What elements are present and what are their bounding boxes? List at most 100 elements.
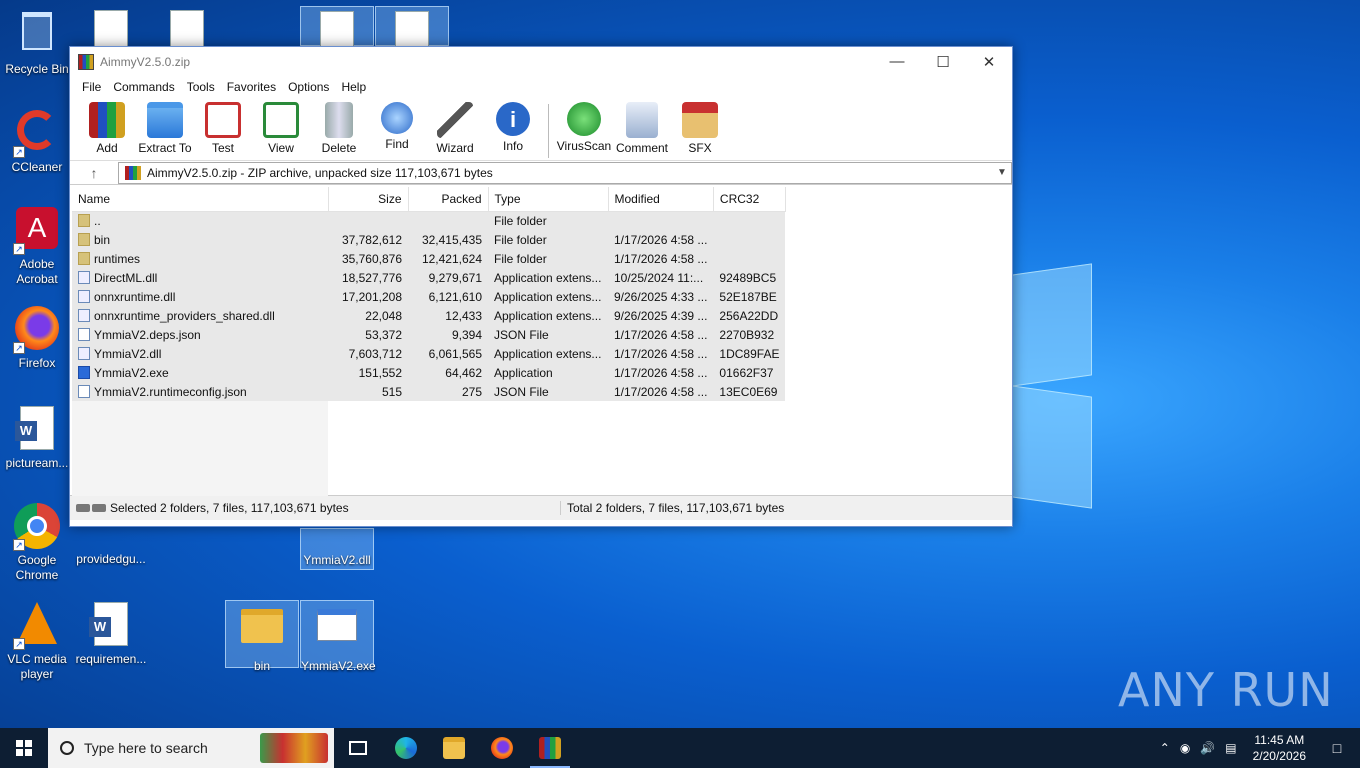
cell-crc [713, 230, 786, 249]
word-document-icon [87, 528, 135, 550]
table-row[interactable]: YmmiaV2.runtimeconfig.json 515 275 JSON Fil… [72, 382, 786, 401]
tool-label: Info [502, 139, 523, 153]
network-icon[interactable]: ▤ [1225, 741, 1236, 755]
acrobat-icon: A ↗ [13, 207, 61, 255]
archive-path-field[interactable]: AimmyV2.5.0.zip - ZIP archive, unpacked … [118, 161, 1012, 184]
desktop-icon-blank-file[interactable] [375, 6, 449, 55]
column-header-name[interactable]: Name [72, 187, 329, 212]
desktop-icon-label: Adobe Acrobat [16, 257, 58, 286]
test-button[interactable]: Test [194, 100, 252, 155]
chrome-icon: ↗ [13, 503, 61, 551]
view-book-icon [263, 102, 299, 138]
menu-file[interactable]: File [76, 80, 107, 94]
desktop-icon-google-chrome[interactable]: ↗ Google Chrome [0, 502, 74, 583]
taskbar-firefox[interactable] [478, 728, 526, 768]
column-header-crc32[interactable]: CRC32 [713, 187, 786, 212]
desktop-icon-recycle-bin[interactable]: Recycle Bin [0, 6, 74, 77]
tool-label: VirusScan [556, 139, 612, 153]
clock[interactable]: 11:45 AM 2/20/2026 [1247, 732, 1312, 764]
table-row[interactable]: YmmiaV2.deps.json 53,372 9,394 JSON File 1/1… [72, 325, 786, 344]
table-row[interactable]: YmmiaV2.dll 7,603,712 6,061,565 Application… [72, 344, 786, 363]
desktop-icon-image-file-1[interactable] [74, 6, 148, 54]
winrar-app-icon [78, 53, 94, 70]
find-button[interactable]: Find [368, 100, 426, 151]
desktop-icon-pictuream[interactable]: W pictuream... [0, 404, 74, 471]
view-button[interactable]: View [252, 100, 310, 155]
trash-icon [325, 102, 353, 138]
cell-modified: 1/17/2026 4:58 ... [608, 230, 714, 249]
desktop-icon-vlc[interactable]: ↗ VLC media player [0, 600, 74, 682]
taskbar-edge[interactable] [382, 728, 430, 768]
close-button[interactable]: ✕ [966, 47, 1012, 76]
wizard-button[interactable]: Wizard [426, 100, 484, 155]
notification-icon[interactable]: □ [1322, 728, 1352, 768]
search-placeholder: Type here to search [84, 740, 208, 756]
chevron-down-icon[interactable]: ▼ [993, 167, 1011, 178]
task-view-button[interactable] [334, 728, 382, 768]
title-bar[interactable]: AimmyV2.5.0.zip — ☐ ✕ [70, 47, 1012, 76]
menu-tools[interactable]: Tools [181, 80, 221, 94]
cell-modified: 9/26/2025 4:39 ... [608, 306, 714, 325]
desktop-icon-settings-file[interactable] [300, 6, 374, 55]
file-list: Name Size Packed Type Modified CRC32 .. F… [70, 185, 1012, 496]
cell-packed: 6,061,565 [408, 344, 488, 363]
cell-name: YmmiaV2.runtimeconfig.json [72, 382, 328, 401]
cell-type: Application extens... [488, 306, 608, 325]
desktop-icon-firefox[interactable]: ↗ Firefox [0, 304, 74, 371]
extract-to-button[interactable]: Extract To [136, 100, 194, 155]
taskbar-file-explorer[interactable] [430, 728, 478, 768]
cell-crc: 256A22DD [713, 306, 786, 325]
table-row[interactable]: onnxruntime.dll 17,201,208 6,121,610 Applic… [72, 287, 786, 306]
info-button[interactable]: i Info [484, 100, 542, 153]
cell-type: Application extens... [488, 268, 608, 287]
minimize-button[interactable]: — [874, 47, 920, 76]
folder-icon [78, 232, 90, 246]
menu-options[interactable]: Options [282, 80, 335, 94]
desktop-icon-requiremen[interactable]: W requiremen... [74, 600, 148, 667]
taskbar-winrar[interactable] [526, 728, 574, 768]
volume-icon[interactable]: 🔊 [1200, 741, 1215, 755]
clock-time: 11:45 AM [1254, 733, 1305, 747]
menu-help[interactable]: Help [335, 80, 372, 94]
search-highlight-image [260, 733, 328, 763]
desktop-icon-bin[interactable]: bin [225, 600, 299, 673]
comment-button[interactable]: Comment [613, 100, 671, 155]
drive-icon[interactable] [70, 504, 110, 512]
delete-button[interactable]: Delete [310, 100, 368, 155]
table-row[interactable]: runtimes 35,760,876 12,421,624 File folder 1… [72, 249, 786, 268]
add-button[interactable]: Add [78, 100, 136, 155]
menu-commands[interactable]: Commands [107, 80, 180, 94]
maximize-button[interactable]: ☐ [920, 47, 966, 76]
desktop-icon-adobe-acrobat[interactable]: A ↗ Adobe Acrobat [0, 204, 74, 287]
column-header-modified[interactable]: Modified [608, 187, 714, 212]
meet-now-icon[interactable]: ◉ [1180, 741, 1190, 755]
folder-icon [78, 213, 90, 227]
sfx-button[interactable]: SFX [671, 100, 729, 155]
virusscan-button[interactable]: VirusScan [555, 100, 613, 153]
desktop-icon-providedgu[interactable]: providedgu... [74, 528, 148, 567]
table-row[interactable]: .. File folder [72, 211, 786, 230]
up-arrow-icon[interactable]: ↑ [70, 165, 118, 181]
dll-file-icon [78, 270, 90, 284]
column-header-type[interactable]: Type [488, 187, 609, 212]
table-row[interactable]: bin 37,782,612 32,415,435 File folder 1/17/2… [72, 230, 786, 249]
table-row[interactable]: YmmiaV2.exe 151,552 64,462 Application 1/17/… [72, 363, 786, 382]
table-row[interactable]: onnxruntime_providers_shared.dll 22,048 12… [72, 306, 786, 325]
table-row[interactable]: DirectML.dll 18,527,776 9,279,671 Applicati… [72, 268, 786, 287]
start-button[interactable] [0, 728, 48, 768]
column-header-size[interactable]: Size [328, 187, 409, 212]
cell-crc [713, 249, 786, 268]
column-header-packed[interactable]: Packed [408, 187, 489, 212]
cell-type: Application [488, 363, 608, 382]
desktop-icon-ymmiav2-dll[interactable]: YmmiaV2.dll [300, 528, 374, 570]
desktop-icon-ymmiav2-exe[interactable]: YmmiaV2.exe [300, 600, 376, 673]
menu-favorites[interactable]: Favorites [221, 80, 282, 94]
chevron-up-icon[interactable]: ⌃ [1160, 741, 1170, 755]
window-title: AimmyV2.5.0.zip [100, 54, 191, 69]
cell-name: onnxruntime.dll [72, 287, 328, 306]
desktop-icon-ccleaner[interactable]: ↗ CCleaner [0, 106, 74, 175]
cell-modified: 1/17/2026 4:58 ... [608, 249, 714, 268]
desktop-icon-image-file-2[interactable] [150, 6, 224, 54]
taskbar-search-box[interactable]: Type here to search [48, 728, 334, 768]
taskbar: Type here to search ⌃ ◉ 🔊 ▤ 11:45 AM 2/2… [0, 728, 1360, 768]
